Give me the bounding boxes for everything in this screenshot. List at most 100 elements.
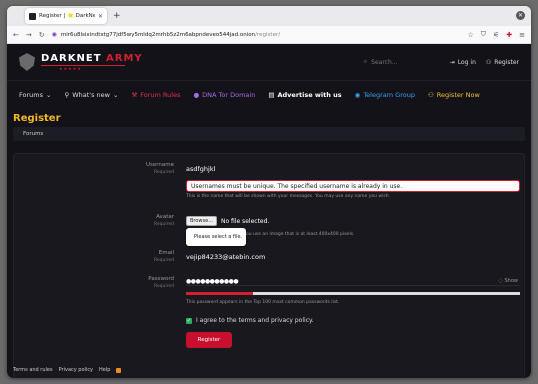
header-search[interactable]: ⌕ Search...: [364, 58, 434, 66]
browser-toolbar: ← → ↻ ◉ mir6u8lsixindtxtg77jdf5wy5mldq2m…: [7, 26, 531, 44]
address-bar[interactable]: ◉ mir6u8lsixindtxtg77jdf5wy5mldq2mrhb5z2…: [52, 31, 461, 38]
search-placeholder: Search...: [371, 58, 398, 66]
site-footer: Terms and rules Privacy policy Help: [13, 367, 122, 373]
main-content: Register Forums Username Required asdfghj…: [7, 109, 531, 378]
close-tab-icon[interactable]: ✕: [98, 13, 103, 20]
tab-bar: Register | ⭐ DarkNet Ar ✕ + ✕: [7, 6, 531, 26]
email-label-text: Email: [158, 250, 174, 256]
reload-icon[interactable]: ↻: [39, 31, 45, 39]
browser-window: Register | ⭐ DarkNet Ar ✕ + ✕ ← → ↻ ◉ mi…: [7, 6, 531, 378]
username-label: Username Required: [146, 162, 174, 176]
browse-button[interactable]: Browse...: [186, 216, 217, 226]
username-field[interactable]: asdfghjkl: [186, 165, 215, 173]
back-icon[interactable]: ←: [13, 31, 19, 39]
terms-checkbox-row[interactable]: ✓ I agree to the terms and privacy polic…: [186, 317, 314, 324]
gavel-icon: ⚒: [131, 91, 138, 99]
password-label-text: Password: [148, 276, 174, 282]
nav-telegram-label: Telegram Group: [363, 91, 415, 99]
password-hint: This password appears in the Top 100 mos…: [186, 300, 340, 305]
breadcrumb: Forums: [13, 127, 525, 141]
no-file-text: No file selected.: [220, 217, 270, 225]
avatar-required: Required: [153, 222, 174, 227]
skull-logo-icon: [19, 53, 35, 71]
brand-name: DARKNET ARMY: [41, 53, 143, 64]
tor-icon: ●: [193, 91, 200, 99]
show-password-toggle[interactable]: ◌ Show: [499, 278, 518, 284]
check-icon[interactable]: ✓: [186, 317, 192, 324]
extensions-icon[interactable]: ✚: [506, 31, 512, 39]
email-label: Email Required: [154, 250, 174, 264]
password-strength-meter: [186, 292, 520, 295]
user-plus-icon: ⚇: [427, 91, 434, 99]
email-field[interactable]: vejip84233@atebin.com: [186, 253, 265, 261]
username-label-text: Username: [145, 162, 174, 168]
url-path: /register/: [255, 31, 281, 38]
breadcrumb-forums[interactable]: Forums: [23, 131, 43, 137]
login-label: Log in: [457, 58, 476, 66]
web-page: DARKNET ARMY ★★★★★ ⌕ Search... ⇥ Log in …: [7, 44, 531, 378]
url-host: mir6u8lsixindtxtg77jdf5wy5mldq2mrhb5z2m6…: [60, 31, 256, 38]
avatar-file-input[interactable]: Browse... No file selected.: [186, 216, 269, 226]
page-title: Register: [13, 113, 61, 124]
username-required: Required: [153, 170, 174, 175]
footer-terms[interactable]: Terms and rules: [13, 367, 53, 373]
site-logo[interactable]: DARKNET ARMY ★★★★★: [19, 53, 143, 71]
brand-part1: DARKNET: [41, 53, 102, 64]
show-label: Show: [504, 278, 519, 284]
register-button[interactable]: Register: [186, 332, 232, 348]
site-favicon-icon: [29, 12, 36, 20]
tab-title: Register | ⭐ DarkNet Ar: [39, 13, 95, 19]
nav-whats-new[interactable]: ⚲ What's new ⌄: [64, 91, 118, 99]
nav-dna-label: DNA Tor Domain: [202, 91, 256, 99]
nav-forums[interactable]: Forums ⌄: [19, 91, 51, 99]
search-icon: ⌕: [363, 58, 368, 65]
browser-tab[interactable]: Register | ⭐ DarkNet Ar ✕: [25, 8, 107, 24]
nav-forum-rules-label: Forum Rules: [140, 91, 181, 99]
nav-forum-rules[interactable]: ⚒ Forum Rules: [131, 91, 180, 99]
brand-stars: ★★★★★: [59, 66, 82, 71]
validation-tooltip: Please select a file.: [186, 228, 246, 246]
terms-label: I agree to the terms and privacy policy.: [196, 317, 314, 324]
bookmark-star-icon[interactable]: ☆: [467, 31, 473, 39]
login-link[interactable]: ⇥ Log in: [450, 59, 476, 66]
menu-icon[interactable]: ≡: [519, 31, 525, 39]
brand-part2: ARMY: [106, 53, 143, 64]
new-tab-button[interactable]: +: [113, 11, 121, 21]
username-error: Usernames must be unique. The specified …: [186, 180, 520, 192]
register-label: Register: [494, 58, 519, 66]
billboard-icon: ▤: [268, 91, 275, 99]
broom-icon[interactable]: ⚟: [493, 31, 499, 39]
forward-icon[interactable]: →: [26, 31, 32, 39]
email-required: Required: [153, 258, 174, 263]
password-label: Password Required: [148, 276, 174, 290]
telegram-icon: ◉: [354, 91, 361, 99]
login-icon: ⇥: [449, 58, 455, 66]
avatar-hint: ou use an image that is at least 400x400…: [246, 232, 355, 237]
nav-advertise-label: Advertise with us: [277, 91, 342, 99]
username-hint: This is the name that will be shown with…: [186, 194, 390, 199]
nav-whats-new-label: What's new: [72, 91, 110, 99]
nav-dna-tor-domain[interactable]: ● DNA Tor Domain: [193, 91, 255, 99]
nav-telegram[interactable]: ◉ Telegram Group: [355, 91, 415, 99]
eye-icon: ◌: [498, 278, 503, 284]
nav-forums-label: Forums: [19, 91, 43, 99]
tor-onion-icon: ◉: [51, 31, 57, 38]
shield-icon[interactable]: ⛉: [481, 30, 486, 39]
chevron-down-icon: ⌄: [112, 91, 119, 99]
nav-advertise[interactable]: ▤ Advertise with us: [268, 91, 341, 99]
password-strength-fill: [186, 292, 253, 295]
footer-privacy[interactable]: Privacy policy: [59, 367, 93, 373]
map-pin-icon: ⚲: [64, 91, 70, 99]
nav-register-now-label: Register Now: [436, 91, 480, 99]
register-form: Username Required asdfghjkl Usernames mus…: [13, 153, 525, 378]
password-required: Required: [153, 284, 174, 289]
add-user-icon: ⚇: [485, 58, 492, 66]
chevron-down-icon: ⌄: [46, 91, 52, 99]
rss-icon[interactable]: [116, 367, 122, 373]
footer-help[interactable]: Help: [99, 367, 110, 373]
avatar-label: Avatar Required: [154, 214, 174, 228]
window-close-icon[interactable]: ✕: [516, 11, 525, 20]
main-nav: Forums ⌄ ⚲ What's new ⌄ ⚒ Forum Rules ● DNA T…: [7, 81, 531, 109]
nav-register-now[interactable]: ⚇ Register Now: [428, 91, 480, 99]
register-link[interactable]: ⚇ Register: [486, 59, 519, 66]
